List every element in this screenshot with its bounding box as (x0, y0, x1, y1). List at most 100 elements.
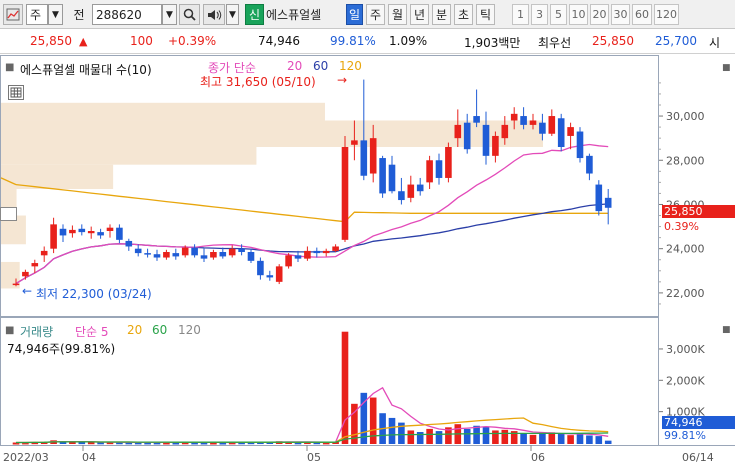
period-tab[interactable]: 초 (454, 4, 473, 25)
volume-bar (576, 434, 584, 444)
candle-body (445, 147, 452, 178)
volume-tick-label: 3,000K (666, 343, 705, 356)
price-tick-label: 28,000 (666, 154, 705, 167)
interval-button[interactable]: 120 (654, 4, 679, 25)
ma120-label: 120 (339, 59, 362, 73)
candle-body (595, 184, 603, 212)
candle-body (548, 116, 556, 134)
chart-type-icon[interactable] (3, 4, 23, 25)
candle-body (539, 122, 546, 134)
ma60-label: 60 (313, 59, 329, 73)
period-tab[interactable]: 월 (388, 4, 407, 25)
volume-current: 74,946주(99.81%) (7, 342, 116, 356)
period-tab[interactable]: 틱 (476, 4, 495, 25)
volume-ratio: 99.81% (330, 34, 376, 48)
price-panel-title: 에스퓨얼셀 매물대 수(10) (20, 63, 152, 77)
volume-bar (426, 428, 433, 444)
toolbar: 주 ▼ 전 288620 ▼ ▼ 신 에스퓨얼셀 일 주 월 년 분 초 틱 1 3 5 10 20 3… (0, 0, 735, 29)
candle-body (586, 155, 593, 174)
candle-body (501, 124, 509, 139)
volume-menu-icon[interactable]: ■ (722, 325, 731, 335)
candle-body (116, 227, 123, 240)
volume-profile-bar (1, 102, 325, 121)
chart-canvas[interactable]: 22,00024,00026,00028,00030,0001,000K2,00… (0, 55, 735, 468)
candle-body (351, 140, 358, 145)
volume-bar (567, 435, 574, 444)
volume-ma20-label: 20 (127, 323, 143, 337)
candle-body (210, 252, 217, 258)
candle-body (567, 127, 574, 136)
low-annotation: 최저 22,300 (03/24) (36, 287, 152, 301)
candle-body (275, 266, 283, 282)
interval-button[interactable]: 30 (611, 4, 630, 25)
x-label-end: 06/14 (682, 451, 714, 464)
candle-body (294, 255, 302, 259)
volume-bar (539, 432, 546, 444)
x-label-may: 05 (307, 451, 321, 464)
candle-body (426, 160, 433, 183)
period-tab[interactable]: 일 (346, 4, 363, 25)
candle-body (69, 229, 76, 234)
interval-button[interactable]: 10 (569, 4, 588, 25)
volume-collapse-icon[interactable]: ■ (5, 325, 14, 336)
candle-body (134, 248, 142, 254)
scroll-handle[interactable] (0, 207, 17, 221)
candle-body (257, 260, 264, 276)
search-icon[interactable] (179, 4, 200, 25)
high-arrow-icon: → (337, 73, 348, 87)
period-tab[interactable]: 년 (410, 4, 429, 25)
candle-body (322, 250, 330, 254)
candle-body (407, 184, 415, 198)
candle-body (332, 246, 339, 251)
price-change: 100 (130, 34, 153, 48)
speaker-dropdown-arrow[interactable]: ▼ (226, 4, 239, 25)
panel-collapse-icon[interactable]: ■ (5, 62, 14, 73)
stock-name: 에스퓨얼셀 (266, 8, 322, 22)
volume-bar (341, 331, 349, 444)
grid-table-icon[interactable] (8, 85, 24, 100)
period-tab[interactable]: 주 (366, 4, 385, 25)
stock-chart[interactable]: 22,00024,00026,00028,00030,0001,000K2,00… (0, 55, 735, 468)
candle-body (304, 250, 311, 259)
speaker-icon[interactable] (203, 4, 225, 25)
candle-body (369, 138, 377, 174)
volume-bar (435, 431, 443, 444)
market-label: 주 (30, 8, 42, 22)
turnover-rate: 1.09% (389, 34, 428, 48)
ma20-label: 20 (287, 59, 303, 73)
volume-bar (529, 434, 537, 444)
volume-bar (416, 432, 424, 444)
market-dropdown-arrow[interactable]: ▼ (48, 4, 63, 25)
candle-body (153, 254, 161, 258)
candle-body (87, 231, 95, 234)
price-tick-label: 30,000 (666, 110, 705, 123)
candle-body (181, 247, 189, 256)
last-pct-tag: 0.39% (664, 220, 699, 233)
volume-bar (595, 436, 603, 444)
candle-body (40, 250, 48, 256)
period-tab[interactable]: 분 (432, 4, 451, 25)
volume-tick-label: 2,000K (666, 374, 705, 387)
interval-button[interactable]: 20 (590, 4, 609, 25)
volume-bar (463, 428, 471, 444)
interval-button[interactable]: 5 (550, 4, 567, 25)
interval-button[interactable]: 3 (531, 4, 548, 25)
candle-body (379, 158, 386, 194)
best-ask-price: 25,850 (592, 34, 634, 48)
last-price-tag: 25,850 (662, 205, 735, 218)
candle-body (604, 197, 612, 208)
prev-label[interactable]: 전 (69, 4, 89, 25)
market-select[interactable]: 주 (26, 4, 48, 25)
stock-code-input[interactable]: 288620 (92, 4, 162, 25)
code-dropdown-arrow[interactable]: ▼ (162, 4, 177, 25)
volume-ma-label: 단순 5 (75, 325, 109, 339)
candle-body (266, 275, 274, 278)
interval-button[interactable]: 1 (512, 4, 529, 25)
volume-bar (369, 397, 377, 444)
price-menu-icon[interactable]: ■ (722, 63, 731, 73)
interval-button[interactable]: 60 (632, 4, 652, 25)
candle-body (388, 164, 396, 192)
candle-body (219, 252, 227, 257)
candle-body (398, 191, 405, 201)
volume-bar (604, 440, 612, 444)
